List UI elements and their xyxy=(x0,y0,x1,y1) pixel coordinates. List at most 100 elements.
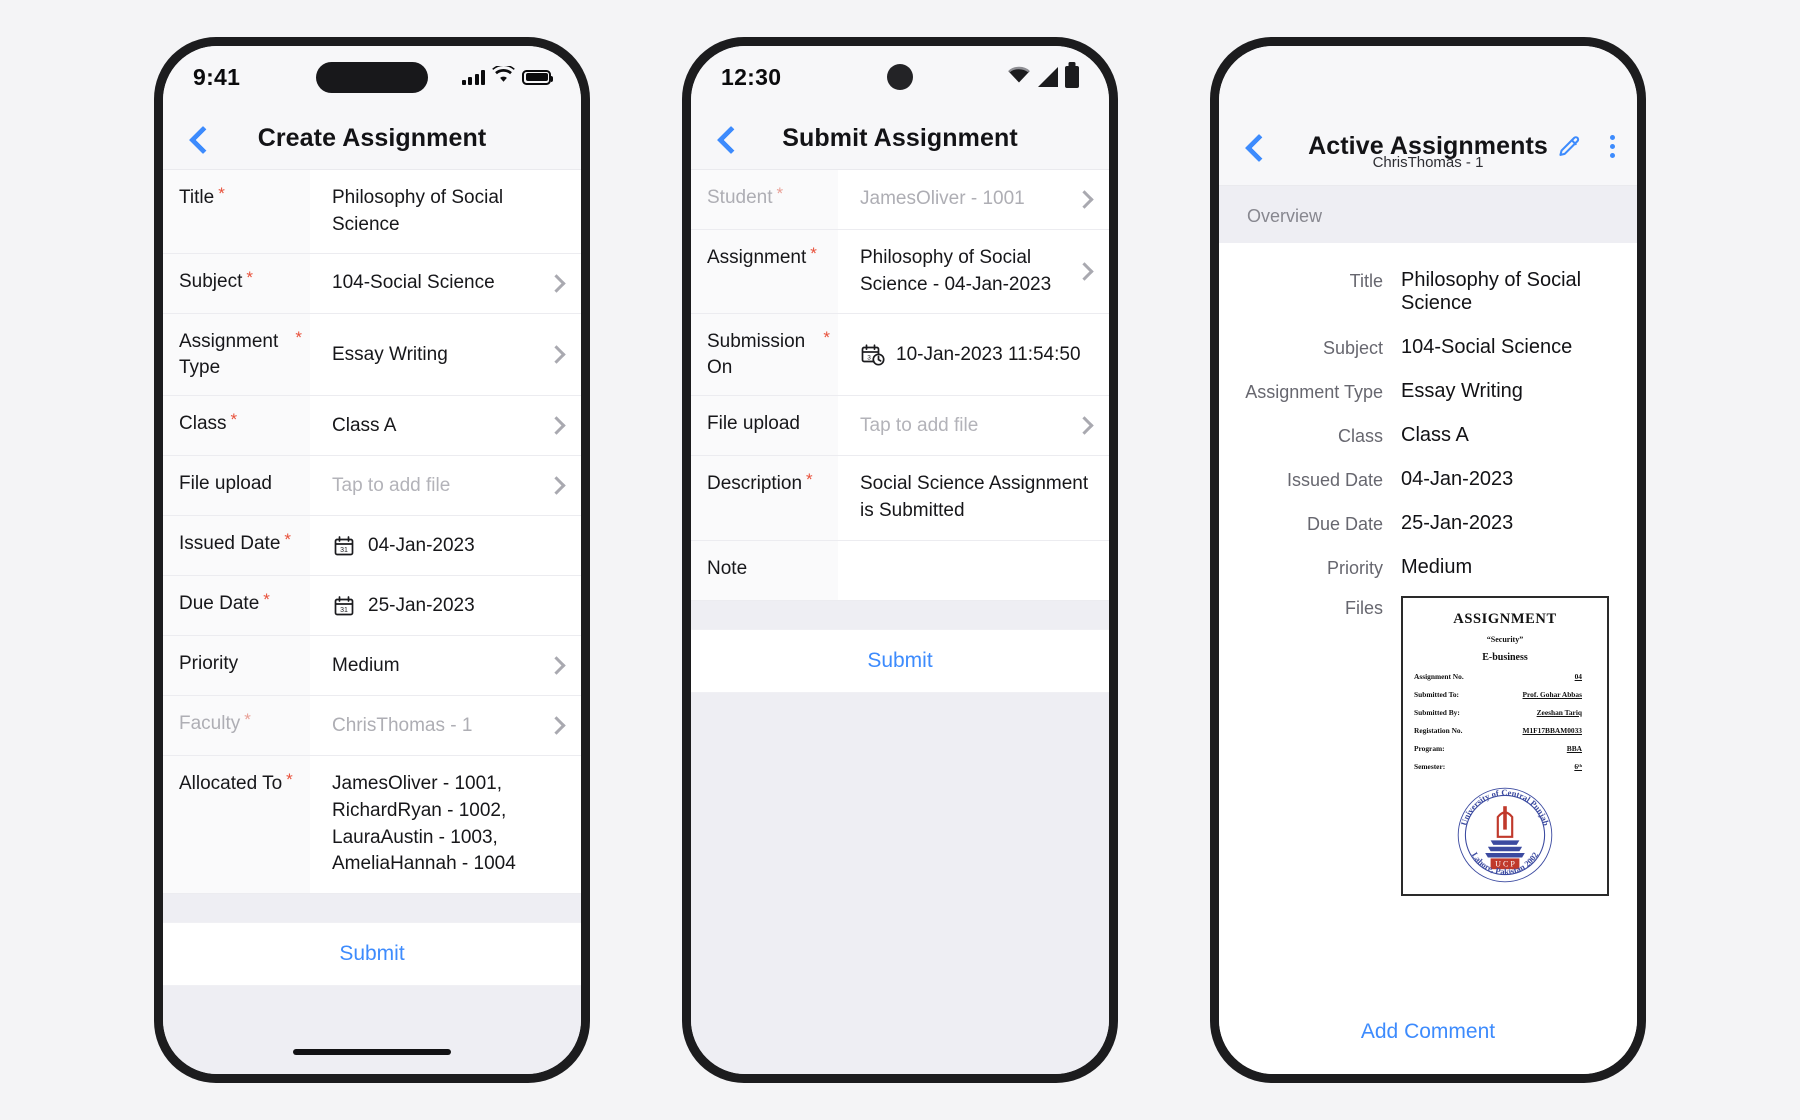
form-row[interactable]: Note xyxy=(691,540,1109,601)
form-row-value[interactable]: 31 04-Jan-2023 xyxy=(310,516,581,575)
form-row[interactable]: Faculty * ChrisThomas - 1 xyxy=(163,696,581,757)
detail-row: Priority Medium xyxy=(1219,556,1611,579)
form-row-value-text: 04-Jan-2023 xyxy=(368,534,475,556)
form-row[interactable]: Allocated To * JamesOliver - 1001, Richard… xyxy=(163,756,581,894)
cellular-signal-icon xyxy=(1038,67,1058,87)
form-row-value[interactable]: JamesOliver - 1001 xyxy=(838,170,1109,229)
kebab-menu-icon[interactable] xyxy=(1610,135,1615,158)
form-row-value-text: Essay Writing xyxy=(332,343,448,365)
form-row[interactable]: Priority Medium xyxy=(163,636,581,697)
home-indicator[interactable] xyxy=(293,1049,451,1055)
form-row-label: Description * xyxy=(691,456,838,540)
form-row-value[interactable]: Class A xyxy=(310,396,581,455)
status-time: 9:41 xyxy=(193,63,241,90)
form-row[interactable]: File upload Tap to add file xyxy=(163,456,581,517)
document-field-value: Prof. Gohar Abbas xyxy=(1522,690,1582,699)
form-row-label-text: Subject xyxy=(179,271,243,293)
form-row-label: Issued Date * xyxy=(163,516,310,576)
chevron-right-icon xyxy=(547,656,566,676)
form-row-value[interactable]: 104-Social Science xyxy=(310,254,581,313)
document-field: Submitted By: Zeeshan Tariq xyxy=(1414,708,1596,717)
form-row[interactable]: Due Date * 31 25-Jan-2023 xyxy=(163,576,581,637)
document-subject: E-business xyxy=(1482,652,1528,663)
detail-label: Files xyxy=(1344,598,1383,618)
document-field-key: Submitted By: xyxy=(1414,708,1460,717)
form-row-value-text: 10-Jan-2023 11:54:50 xyxy=(896,343,1081,365)
form-row-value[interactable]: ChrisThomas - 1 xyxy=(310,696,581,755)
add-comment-button[interactable]: Add Comment xyxy=(1219,998,1637,1074)
submit-button[interactable]: Submit xyxy=(163,921,581,986)
form-row-value[interactable]: JamesOliver - 1001, RichardRyan - 1002, … xyxy=(310,756,581,892)
required-asterisk: * xyxy=(284,530,292,550)
pencil-icon[interactable] xyxy=(1556,134,1582,160)
form-row-value-text: 25-Jan-2023 xyxy=(368,594,475,616)
form-row[interactable]: Title * Philosophy of Social Science xyxy=(163,170,581,255)
status-time: 12:30 xyxy=(721,63,782,90)
form-row-label: Priority xyxy=(163,636,310,696)
form-row-value[interactable]: Medium xyxy=(310,636,581,695)
form-row-value[interactable]: Social Science Assignment is Submitted xyxy=(838,456,1109,539)
page-title: Create Assignment xyxy=(257,124,487,152)
wifi-icon xyxy=(492,64,515,88)
chevron-right-icon xyxy=(547,476,566,496)
phone3-navbar: Active Assignments ChrisThomas - 1 xyxy=(1219,108,1637,186)
detail-value: Medium xyxy=(1401,556,1473,578)
phone-active-assignments: Active Assignments ChrisThomas - 1 Overv… xyxy=(1210,37,1646,1083)
phone2-empty-area xyxy=(691,692,1109,1074)
form-row-label-text: Note xyxy=(707,557,748,579)
document-field: Program: BBA xyxy=(1414,744,1596,753)
form-row[interactable]: File upload Tap to add file xyxy=(691,396,1109,457)
cellular-bars-icon xyxy=(461,69,485,85)
form-row-label-text: Priority xyxy=(179,653,239,675)
back-button[interactable] xyxy=(185,126,211,152)
form-row-value[interactable]: Philosophy of Social Science xyxy=(310,170,581,253)
form-row-value-text: 104-Social Science xyxy=(332,272,495,294)
back-button[interactable] xyxy=(1241,134,1267,160)
chevron-right-icon xyxy=(547,274,566,293)
required-asterisk: * xyxy=(810,244,817,263)
form-row[interactable]: Assignment * Philosophy of Social Science … xyxy=(691,230,1109,315)
form-row-label: File upload xyxy=(691,396,838,456)
form-row-label-text: Title xyxy=(179,187,215,208)
form-row[interactable]: Issued Date * 31 04-Jan-2023 xyxy=(163,516,581,577)
form-row[interactable]: Class * Class A xyxy=(163,396,581,457)
required-asterisk: * xyxy=(244,710,251,730)
phone3-detail-body: Title Philosophy of Social Science Subject… xyxy=(1219,243,1637,998)
chevron-right-icon xyxy=(547,416,566,436)
svg-text:31: 31 xyxy=(340,547,348,554)
form-row-value[interactable]: 3 10-Jan-2023 11:54:50 xyxy=(838,314,1109,395)
form-row-value[interactable]: 31 25-Jan-2023 xyxy=(310,576,581,635)
form-row-value[interactable]: Philosophy of Social Science - 04-Jan-20… xyxy=(838,230,1109,313)
assignment-document-thumbnail[interactable]: ASSIGNMENT “Security” E-business Assignm… xyxy=(1401,596,1609,896)
section-gap xyxy=(163,893,581,922)
phone2-navbar: Submit Assignment xyxy=(691,108,1109,170)
document-field-key: Program: xyxy=(1414,744,1445,753)
form-row-value-text: Philosophy of Social Science xyxy=(332,187,504,235)
form-row-value[interactable]: Essay Writing xyxy=(310,314,581,395)
form-row[interactable]: Assignment Type * Essay Writing xyxy=(163,314,581,397)
required-asterisk: * xyxy=(806,470,813,490)
battery-icon xyxy=(1065,66,1079,88)
required-asterisk: * xyxy=(823,328,830,348)
form-row-value[interactable]: Tap to add file xyxy=(838,396,1109,455)
detail-value: 25-Jan-2023 xyxy=(1401,512,1514,534)
battery-icon xyxy=(522,69,553,85)
submit-button-label: Submit xyxy=(867,648,933,672)
form-row-value[interactable] xyxy=(838,541,1109,600)
submit-button[interactable]: Submit xyxy=(691,628,1109,693)
form-row[interactable]: Student * JamesOliver - 1001 xyxy=(691,170,1109,230)
back-button[interactable] xyxy=(713,126,739,152)
form-row[interactable]: Submission On * 3 10-Jan-2023 11:54:50 xyxy=(691,314,1109,397)
phone1-navbar: Create Assignment xyxy=(163,108,581,170)
form-row[interactable]: Subject * 104-Social Science xyxy=(163,254,581,315)
chevron-right-icon xyxy=(547,716,566,736)
phone-create-assignment: 9:41 Create Assignment Title * Philosophy … xyxy=(154,37,590,1083)
document-field: Assignment No. 04 xyxy=(1414,672,1596,681)
phone2-form-list: Student * JamesOliver - 1001 Assignment * Phi… xyxy=(691,170,1109,601)
document-field-key: Semester: xyxy=(1414,762,1446,771)
form-row[interactable]: Description * Social Science Assignment is… xyxy=(691,456,1109,541)
form-row-value[interactable]: Tap to add file xyxy=(310,456,581,515)
detail-label: Priority xyxy=(1326,558,1383,578)
add-comment-label: Add Comment xyxy=(1360,1020,1496,1043)
document-field-key: Submitted To: xyxy=(1414,690,1459,699)
